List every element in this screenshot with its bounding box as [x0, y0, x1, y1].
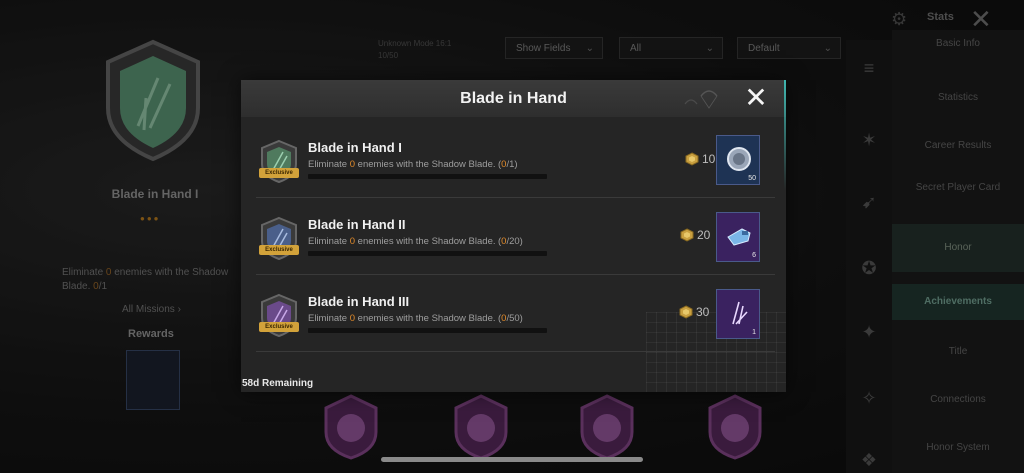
desc-post: enemies with the Shadow Blade. [355, 313, 496, 324]
mission-progress-bar [308, 251, 547, 256]
mission-reward[interactable]: 6 [716, 212, 760, 262]
desc-pre: Eliminate [308, 313, 350, 324]
mission-progress-bar [308, 328, 547, 333]
mission-progress-text: (0/50) [498, 313, 523, 324]
mission-progress-text: (0/20) [498, 236, 523, 247]
mission-row[interactable]: Exclusive Blade in Hand III Eliminate 0 … [256, 276, 775, 352]
mission-name: Blade in Hand I [308, 140, 402, 155]
mission-name: Blade in Hand II [308, 217, 406, 232]
progress-total: /50) [506, 313, 523, 324]
desc-post: enemies with the Shadow Blade. [355, 236, 496, 247]
mission-row[interactable]: Exclusive Blade in Hand II Eliminate 0 e… [256, 199, 775, 275]
desc-pre: Eliminate [308, 236, 350, 247]
mission-progress-bar [308, 174, 547, 179]
exclusive-tag: Exclusive [259, 168, 299, 178]
blade-icon [732, 301, 748, 325]
coin-icon [727, 147, 751, 171]
desc-post: enemies with the Shadow Blade. [355, 159, 496, 170]
close-icon[interactable]: ✕ [741, 83, 771, 113]
mission-points: 10 [702, 152, 716, 166]
mission-desc: Eliminate 0 enemies with the Shadow Blad… [308, 159, 496, 170]
mission-name: Blade in Hand III [308, 294, 410, 309]
reward-count: 6 [752, 252, 756, 259]
mission-desc: Eliminate 0 enemies with the Shadow Blad… [308, 236, 496, 247]
mission-points: 30 [696, 305, 710, 319]
achievement-point-icon [679, 305, 693, 319]
mission-desc: Eliminate 0 enemies with the Shadow Blad… [308, 313, 496, 324]
desc-pre: Eliminate [308, 159, 350, 170]
reward-count: 1 [752, 329, 756, 336]
reward-count: 50 [748, 175, 756, 182]
whistle-icon [727, 228, 751, 246]
time-remaining: 58d Remaining [242, 378, 314, 389]
exclusive-tag: Exclusive [259, 245, 299, 255]
progress-total: /20) [506, 236, 523, 247]
blade-in-hand-dialog: Blade in Hand ✕ Exclusive Blade in Hand … [241, 80, 786, 392]
mission-row[interactable]: Exclusive Blade in Hand I Eliminate 0 en… [256, 122, 775, 198]
mission-reward[interactable]: 50 [716, 135, 760, 185]
mission-points: 20 [697, 228, 711, 242]
mission-progress-text: (0/1) [498, 159, 518, 170]
home-indicator[interactable] [381, 457, 643, 462]
mission-reward[interactable]: 1 [716, 289, 760, 339]
exclusive-tag: Exclusive [259, 322, 299, 332]
progress-total: /1) [506, 159, 518, 170]
dialog-title: Blade in Hand [460, 90, 567, 107]
achievement-point-icon [680, 228, 694, 242]
achievement-point-icon [685, 152, 699, 166]
